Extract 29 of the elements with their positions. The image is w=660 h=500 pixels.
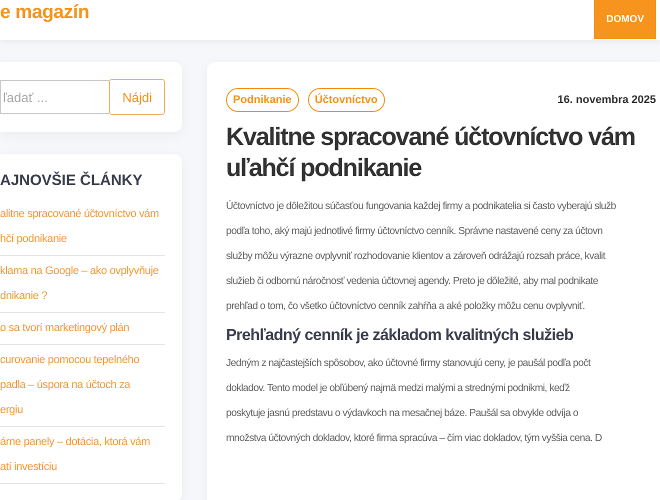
paragraph-line: služieb či odbornú náročnosť vedenia účtovnej agendy. Preto je dôležité, aby mal podnikate xyxy=(226,275,598,289)
search-field[interactable]: ľadať ... xyxy=(0,80,110,114)
article-title: Kvalitne spracované účtovníctvo vám uľahčí podnikanie xyxy=(226,122,636,184)
paragraph-line: Účtovníctvo je dôležitou súčasťou fungovania každej firmy a podnikatelia si často vyberajú služb xyxy=(226,199,616,214)
paragraph-line: dokladov. Tento model je obľúbený najmä medzi malými a strednými podnikmi, keďž xyxy=(226,382,570,396)
article-link[interactable]: ergiu xyxy=(0,398,23,423)
paragraph-line: prehľad o tom, čo všetko účtovníctvo cenník zahŕňa a aké položky môžu cenu ovplyvniť. xyxy=(226,300,585,314)
paragraph-line: poskytuje jasnú predstavu o výdavkoch na mesačnej báze. Paušál sa obvykle odvíja o xyxy=(226,407,578,421)
nav-button[interactable]: DOMOV xyxy=(594,0,656,39)
article-link[interactable]: padla – úspora na účtoch za xyxy=(0,373,130,398)
article-link[interactable]: dnikanie ? xyxy=(0,284,48,309)
article-link[interactable]: curovanie pomocou tepelného xyxy=(0,348,140,373)
paragraph-line: Jedným z najčastejších spôsobov, ako účtovné firmy stanovujú ceny, je paušál podľa počt xyxy=(226,357,590,371)
article-link[interactable]: klama na Google – ako ovplyvňuje xyxy=(0,259,159,284)
paragraph-line: služby môžu výrazne ovplyvniť rozhodovanie klientov a zároveň odrážajú rozsah práce, kvalit xyxy=(226,250,606,264)
article-link[interactable]: atí investíciu xyxy=(0,455,57,480)
article-link[interactable]: alitne spracované účtovníctvo vám xyxy=(0,202,159,227)
article-link[interactable]: hčí podnikanie xyxy=(0,227,67,252)
section-title: AJNOVŠIE ČLÁNKY xyxy=(0,172,144,189)
category-tag[interactable]: Podnikanie xyxy=(226,88,299,112)
publish-date: 16. novembra 2025 xyxy=(558,94,656,106)
category-tag[interactable]: Účtovníctvo xyxy=(308,88,385,112)
section-heading: Prehľadný cenník je základom kvalitných služieb xyxy=(226,327,574,345)
paragraph-line: podľa toho, aký majú jednotlivé firmy účtovníctvo cenník. Správne nastavené ceny za účtovn xyxy=(226,225,602,239)
search-button[interactable]: Nájdi xyxy=(109,79,165,115)
paragraph-line: množstva účtovných dokladov, ktoré firma spracúva – čím viac dokladov, tým vyššia cena. D xyxy=(226,432,602,446)
article-link[interactable]: árne panely – dotácia, ktorá vám xyxy=(0,430,150,455)
article-link[interactable]: o sa tvorí marketingový plán xyxy=(0,316,130,341)
site-title[interactable]: e magazín xyxy=(0,2,90,24)
